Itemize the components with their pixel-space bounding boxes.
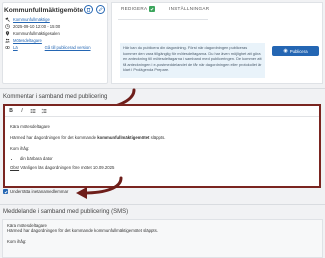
section-divider-sms (0, 204, 325, 205)
sms-remember: Kom ihåg: (7, 238, 27, 244)
sms-section-title: Meddelande i samband med publicering (SM… (3, 209, 129, 215)
sms-paragraph: Härmed har dagordningen för det kommande… (7, 228, 158, 234)
sms-message-box[interactable]: Kära mötesdeltagare Härmed har dagordnin… (2, 219, 323, 258)
